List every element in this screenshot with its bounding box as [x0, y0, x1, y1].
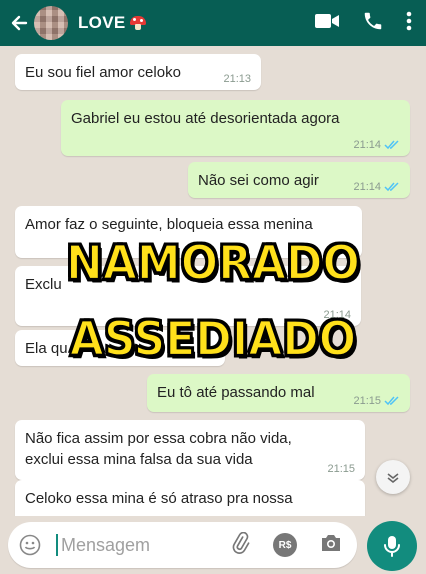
message-text: Amor faz o seguinte, bloqueia essa menin…	[25, 216, 313, 233]
message-bubble[interactable]: Não fica assim por essa cobra não vida, …	[15, 420, 365, 480]
read-ticks-icon	[384, 140, 399, 150]
contact-name: LOVE	[78, 13, 126, 32]
mushroom-icon	[129, 16, 146, 30]
message-composer: R$	[8, 522, 357, 568]
message-bubble[interactable]: Não sei como agir 21:14	[188, 162, 410, 198]
message-time: 21:14	[353, 139, 381, 151]
message-time: 21:14	[353, 181, 381, 193]
more-options-icon[interactable]	[406, 10, 412, 37]
chat-header: LOVE	[0, 0, 426, 46]
scroll-down-button[interactable]	[376, 460, 410, 494]
read-ticks-icon	[384, 182, 399, 192]
message-text: Não fica assim por essa cobra não vida, …	[25, 430, 292, 468]
camera-icon[interactable]	[319, 533, 343, 558]
caption-line-2: ASSEDIADO	[69, 311, 357, 368]
text-caret	[56, 534, 58, 556]
mic-button[interactable]	[367, 521, 417, 571]
video-call-icon[interactable]	[314, 12, 340, 35]
chevron-down-icon	[387, 473, 399, 484]
emoji-icon[interactable]	[18, 533, 42, 557]
message-bubble[interactable]: Celoko essa mina é só atraso pra nossa	[15, 480, 365, 516]
mic-icon	[384, 536, 400, 557]
message-bubble[interactable]: Eu sou fiel amor celoko 21:13	[15, 54, 261, 90]
message-text: Eu sou fiel amor celoko	[25, 64, 181, 81]
message-time: 21:15	[327, 463, 355, 475]
attach-icon[interactable]	[229, 531, 251, 559]
payment-icon[interactable]: R$	[273, 533, 297, 557]
message-input[interactable]	[59, 533, 213, 557]
contact-title[interactable]: LOVE	[78, 13, 146, 33]
message-bubble[interactable]: Gabriel eu estou até desorientada agora …	[61, 100, 410, 156]
chat-area[interactable]: Eu sou fiel amor celoko 21:13 Gabriel eu…	[0, 46, 426, 516]
avatar[interactable]	[34, 6, 68, 40]
read-ticks-icon	[384, 396, 399, 406]
message-text: Celoko essa mina é só atraso pra nossa	[25, 490, 293, 507]
message-bubble[interactable]: Eu tô até passando mal 21:15	[147, 374, 410, 412]
composer-bar: R$	[0, 516, 426, 574]
message-time: 21:13	[223, 73, 251, 85]
caption-line-1: NAMORADO	[65, 235, 361, 292]
message-time: 21:15	[353, 395, 381, 407]
phone-icon[interactable]	[362, 10, 384, 37]
currency-label: R$	[278, 539, 292, 551]
back-arrow-icon[interactable]	[8, 12, 30, 34]
message-text: Gabriel eu estou até desorientada agora	[71, 110, 340, 127]
